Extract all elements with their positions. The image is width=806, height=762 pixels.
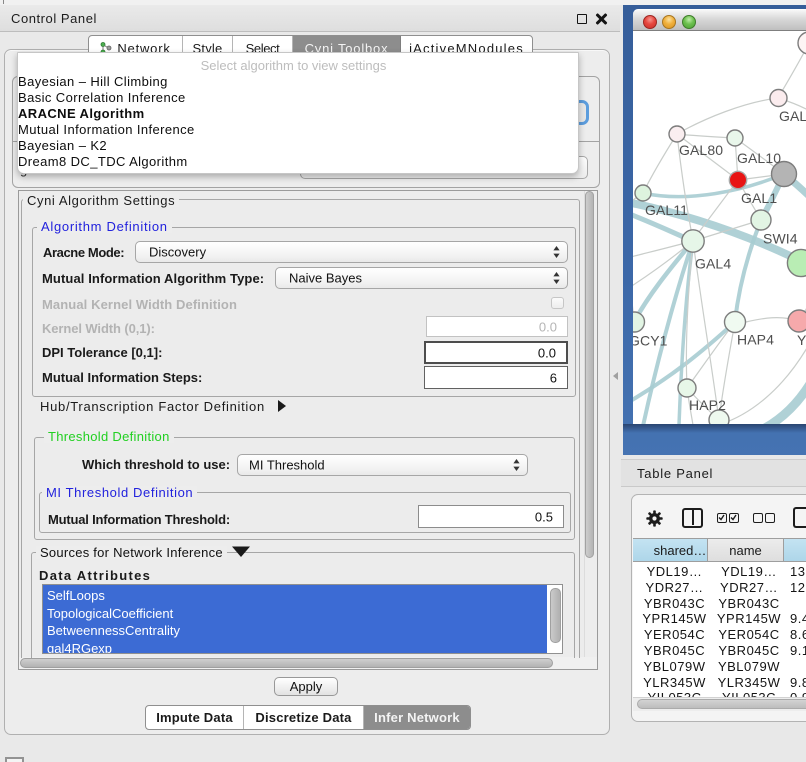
svg-text:HAP2: HAP2 [689, 397, 726, 413]
svg-text:GCY1: GCY1 [633, 333, 668, 349]
svg-text:GAL10: GAL10 [737, 150, 781, 166]
svg-text:GAL2: GAL2 [779, 108, 806, 124]
svg-text:HAP4: HAP4 [737, 332, 774, 348]
svg-text:SWI4: SWI4 [763, 231, 798, 247]
svg-text:YJ: YJ [797, 332, 806, 348]
svg-text:GAL1: GAL1 [741, 190, 777, 206]
svg-text:GAL11: GAL11 [645, 202, 688, 218]
svg-text:GAL80: GAL80 [679, 142, 723, 158]
svg-text:GAL4: GAL4 [695, 256, 731, 272]
